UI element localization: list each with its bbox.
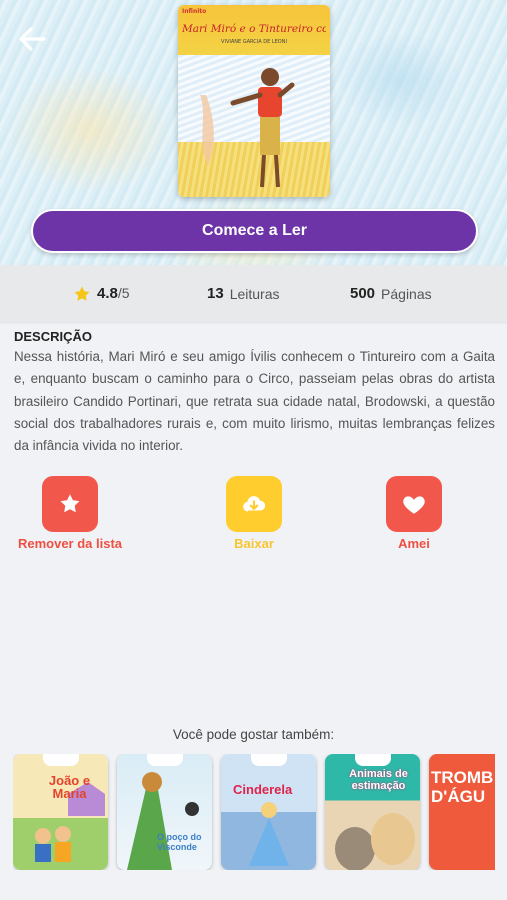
suggestions-carousel[interactable]: João e Maria O poço do Visconde Cinderel… xyxy=(13,754,495,870)
description-text: Nessa história, Mari Miró e seu amigo Ív… xyxy=(14,349,495,454)
cover-author: VIVIANE GARCIA DE LEONI xyxy=(221,39,287,45)
start-reading-button[interactable]: Comece a Ler xyxy=(31,209,478,253)
description-title: DESCRIÇÃO xyxy=(14,329,93,344)
suggested-book[interactable]: João e Maria xyxy=(13,754,108,870)
download-tile[interactable] xyxy=(226,476,282,532)
back-arrow-icon xyxy=(19,27,46,51)
suggested-book[interactable]: TROMB D'ÁGU xyxy=(429,754,495,870)
rating-stat: 4.8/5 xyxy=(73,285,130,303)
suggested-book-title: O poço do Visconde xyxy=(157,832,202,852)
suggested-book-title: João e Maria xyxy=(48,773,91,801)
love-tile[interactable] xyxy=(386,476,442,532)
pages-label: Páginas xyxy=(381,285,432,302)
cloud-download-icon xyxy=(243,496,266,512)
pages-count: 500 xyxy=(350,285,376,302)
suggested-book-title: Cinderela xyxy=(233,782,293,797)
download-button[interactable]: Baixar xyxy=(189,476,319,551)
heart-icon xyxy=(403,496,425,514)
back-button[interactable] xyxy=(14,20,52,58)
remove-from-list-label: Remover da lista xyxy=(17,536,123,551)
star-icon xyxy=(74,286,90,301)
cover-publisher: Infinito xyxy=(182,8,207,15)
suggested-book-title: TROMB D'ÁGU xyxy=(431,768,494,806)
reads-stat: 13 Leituras xyxy=(207,285,280,302)
love-button[interactable]: Amei xyxy=(349,476,479,551)
book-stats-bar: 4.8/5 13 Leituras 500 Páginas xyxy=(0,265,507,322)
suggested-book-title: Animais de estimação xyxy=(349,768,408,792)
remove-from-list-tile[interactable] xyxy=(42,476,98,532)
love-label: Amei xyxy=(398,536,430,551)
cover-illustration xyxy=(178,55,330,197)
rating-value: 4.8 xyxy=(97,285,118,302)
download-label: Baixar xyxy=(234,536,274,551)
book-cover: Infinito Mari Miró e o Tintureiro com a … xyxy=(178,5,330,197)
reads-count: 13 xyxy=(207,285,224,302)
reads-label: Leituras xyxy=(229,285,280,302)
suggested-book[interactable]: Animais de estimação xyxy=(325,754,420,870)
remove-from-list-button[interactable]: Remover da lista xyxy=(5,476,135,551)
suggestions-title: Você pode gostar também: xyxy=(172,727,335,742)
suggested-book[interactable]: Cinderela xyxy=(221,754,316,870)
star-icon xyxy=(60,494,80,513)
pages-stat: 500 Páginas xyxy=(350,285,432,302)
cover-title: Mari Miró e o Tintureiro com a Gaita xyxy=(182,23,326,35)
rating-max: /5 xyxy=(117,285,130,301)
suggested-book[interactable]: O poço do Visconde xyxy=(117,754,212,870)
